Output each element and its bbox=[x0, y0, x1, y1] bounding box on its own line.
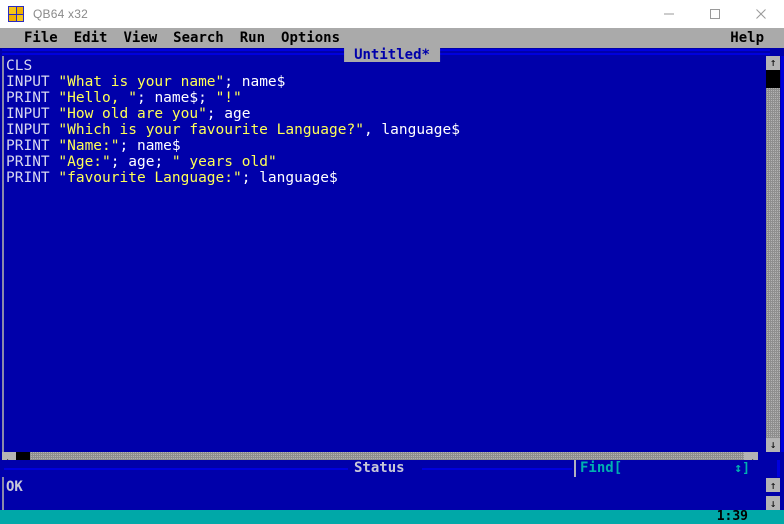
status-vertical-scrollbar[interactable]: ↑ ↓ bbox=[766, 478, 780, 510]
code-token-pun: ; bbox=[154, 154, 172, 170]
status-scroll-down-button[interactable]: ↓ bbox=[766, 496, 780, 510]
status-scroll-up-button[interactable]: ↑ bbox=[766, 478, 780, 492]
vertical-scroll-track[interactable] bbox=[766, 70, 780, 438]
code-token-pun: ; bbox=[119, 138, 137, 154]
code-token-str: "Which is your favourite Language?" bbox=[58, 122, 364, 138]
code-token-kw: INPUT bbox=[6, 74, 59, 90]
code-line: PRINT "Age:"; age; " years old" bbox=[6, 154, 758, 170]
code-token-kw: PRINT bbox=[6, 170, 59, 186]
code-token-str: "Age:" bbox=[58, 154, 111, 170]
minimize-button[interactable] bbox=[646, 0, 692, 28]
code-token-str: "What is your name" bbox=[58, 74, 225, 90]
code-token-kw: INPUT bbox=[6, 106, 59, 122]
code-token-var: name$ bbox=[154, 90, 199, 106]
status-frame-left-border bbox=[2, 477, 4, 510]
window-title: QB64 x32 bbox=[33, 7, 88, 21]
status-rule-right bbox=[422, 468, 572, 470]
code-line: PRINT "favourite Language:"; language$ bbox=[6, 170, 758, 186]
code-token-pun: ; bbox=[136, 90, 155, 106]
code-token-pun: ; bbox=[206, 106, 225, 122]
menu-item-search[interactable]: Search bbox=[165, 28, 232, 48]
scroll-up-button[interactable]: ↑ bbox=[766, 56, 780, 70]
code-line: INPUT "How old are you"; age bbox=[6, 106, 758, 122]
resize-grip-icon[interactable]: ↕] bbox=[734, 460, 750, 477]
status-panel-title: Status bbox=[354, 460, 405, 476]
close-icon bbox=[756, 9, 766, 19]
code-line: INPUT "Which is your favourite Language?… bbox=[6, 122, 758, 138]
minimize-icon bbox=[664, 13, 674, 15]
code-lines: CLS INPUT "What is your name"; name$ PRINT… bbox=[6, 58, 758, 186]
find-panel-title[interactable]: Find[ bbox=[580, 460, 622, 477]
find-panel-divider bbox=[574, 460, 576, 477]
code-line: PRINT "Hello, "; name$; "!" bbox=[6, 90, 758, 106]
code-token-var: age bbox=[128, 154, 155, 170]
menu-bar: File Edit View Search Run Options Help bbox=[0, 28, 784, 48]
window-titlebar: QB64 x32 bbox=[0, 0, 784, 29]
code-token-pun: ; bbox=[241, 170, 260, 186]
code-token-var: language$ bbox=[259, 170, 338, 186]
code-token-pun: ; bbox=[224, 74, 242, 90]
maximize-button[interactable] bbox=[692, 0, 738, 28]
code-token-var: name$ bbox=[136, 138, 181, 154]
menu-item-run[interactable]: Run bbox=[232, 28, 273, 48]
menu-item-file[interactable]: File bbox=[16, 28, 66, 48]
close-button[interactable] bbox=[738, 0, 784, 28]
code-token-str: "How old are you" bbox=[58, 106, 207, 122]
code-editor[interactable]: CLS INPUT "What is your name"; name$ PRINT… bbox=[6, 58, 758, 448]
status-panel: Status Find[ ↕] OK ↑ ↓ bbox=[0, 460, 784, 510]
scroll-down-button[interactable]: ↓ bbox=[766, 438, 780, 452]
code-token-pun: ; bbox=[110, 154, 129, 170]
cursor-position: 1:39 bbox=[716, 509, 748, 524]
status-frame-right-border bbox=[777, 460, 780, 477]
code-token-kw: PRINT bbox=[6, 154, 59, 170]
code-line: INPUT "What is your name"; name$ bbox=[6, 74, 758, 90]
menu-item-help[interactable]: Help bbox=[722, 28, 772, 48]
code-token-str: "Name:" bbox=[58, 138, 120, 154]
maximize-icon bbox=[710, 9, 720, 19]
code-token-var: age bbox=[224, 106, 251, 122]
qb64-logo-icon bbox=[8, 6, 24, 22]
code-token-kw: PRINT bbox=[6, 90, 59, 106]
code-token-kw: INPUT bbox=[6, 122, 59, 138]
editor-vertical-scrollbar[interactable]: ↑ ↓ bbox=[766, 56, 780, 452]
status-panel-header: Status Find[ ↕] bbox=[2, 460, 768, 478]
window-controls bbox=[646, 0, 784, 28]
editor-window: Untitled* CLS INPUT "What is your name"; … bbox=[0, 48, 784, 468]
code-token-str: "favourite Language:" bbox=[58, 170, 242, 186]
bottom-status-bar: 1:39 bbox=[0, 510, 784, 524]
code-token-str: "Hello, " bbox=[58, 90, 137, 106]
code-token-str: " years old" bbox=[171, 154, 277, 170]
code-token-pun: ; bbox=[198, 90, 216, 106]
code-token-str: "!" bbox=[215, 90, 242, 106]
editor-frame-left-border bbox=[2, 56, 4, 452]
code-token-var: name$ bbox=[241, 74, 286, 90]
code-token-kw: PRINT bbox=[6, 138, 59, 154]
status-message: OK bbox=[6, 479, 23, 495]
code-token-pun: , bbox=[363, 122, 382, 138]
vertical-scroll-thumb[interactable] bbox=[766, 70, 780, 88]
menu-item-view[interactable]: View bbox=[115, 28, 165, 48]
code-token-kw: CLS bbox=[6, 58, 33, 74]
qb64-ide: File Edit View Search Run Options Help U… bbox=[0, 28, 784, 524]
code-line: PRINT "Name:"; name$ bbox=[6, 138, 758, 154]
menu-item-edit[interactable]: Edit bbox=[66, 28, 116, 48]
editor-window-title: Untitled* bbox=[344, 48, 440, 62]
status-rule-left bbox=[4, 468, 348, 470]
menu-item-options[interactable]: Options bbox=[273, 28, 348, 48]
code-token-var: language$ bbox=[381, 122, 460, 138]
